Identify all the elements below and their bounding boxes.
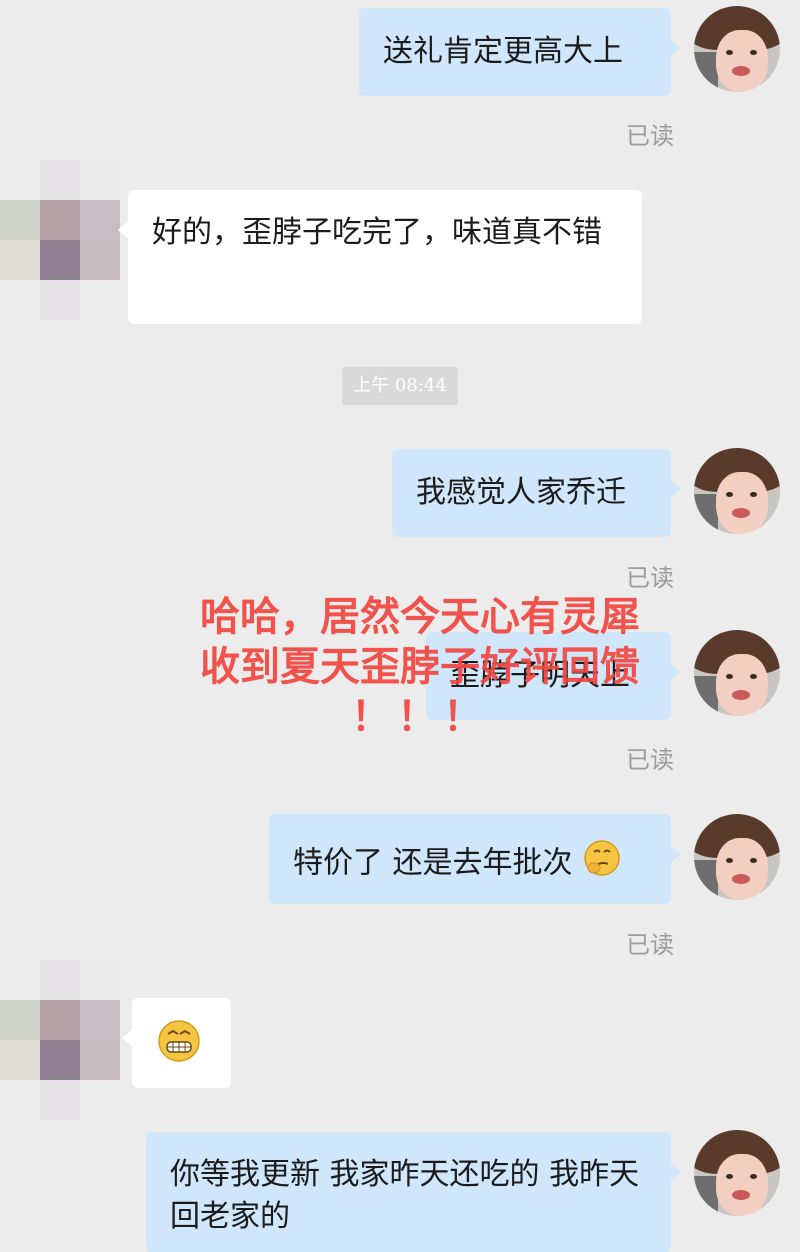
read-status: 已读 bbox=[626, 564, 674, 592]
message-bubble-sent[interactable]: 送礼肯定更高大上 bbox=[359, 8, 681, 96]
message-bubble-received[interactable]: 好的，歪脖子吃完了，味道真不错 bbox=[118, 190, 642, 324]
my-avatar[interactable] bbox=[694, 448, 780, 534]
my-avatar[interactable] bbox=[694, 1130, 780, 1216]
message-bubble-sent[interactable]: 你等我更新 我家昨天还吃的 我昨天回老家的 bbox=[146, 1132, 681, 1252]
thinking-face-icon bbox=[582, 838, 622, 890]
contact-avatar[interactable] bbox=[0, 160, 120, 320]
message-bubble-sent[interactable]: 我感觉人家乔迁 bbox=[392, 449, 681, 537]
message-bubble-received[interactable] bbox=[122, 998, 231, 1088]
overlay-line: ！！！ bbox=[351, 694, 489, 740]
message-text: 好的，歪脖子吃完了，味道真不错 bbox=[152, 215, 602, 250]
message-text: 我感觉人家乔迁 bbox=[416, 475, 626, 510]
read-status: 已读 bbox=[626, 931, 674, 959]
message-text: 你等我更新 我家昨天还吃的 我昨天回老家的 bbox=[170, 1157, 640, 1234]
message-text: 特价了 还是去年批次 bbox=[293, 845, 573, 881]
message-timestamp: 上午 08:44 bbox=[342, 367, 458, 405]
overlay-line: 收到夏天歪脖子好评回馈 bbox=[200, 644, 640, 690]
read-status: 已读 bbox=[626, 122, 674, 150]
grinning-face-icon bbox=[156, 1018, 202, 1076]
message-bubble-sent[interactable]: 特价了 还是去年批次 bbox=[269, 814, 681, 904]
my-avatar[interactable] bbox=[694, 6, 780, 92]
message-text: 送礼肯定更高大上 bbox=[383, 34, 623, 69]
contact-avatar[interactable] bbox=[0, 960, 120, 1120]
my-avatar[interactable] bbox=[694, 814, 780, 900]
my-avatar[interactable] bbox=[694, 630, 780, 716]
overlay-line: 哈哈，居然今天心有灵犀 bbox=[200, 594, 640, 640]
promo-overlay-text: 哈哈，居然今天心有灵犀 收到夏天歪脖子好评回馈 ！！！ bbox=[140, 592, 700, 742]
read-status: 已读 bbox=[626, 746, 674, 774]
